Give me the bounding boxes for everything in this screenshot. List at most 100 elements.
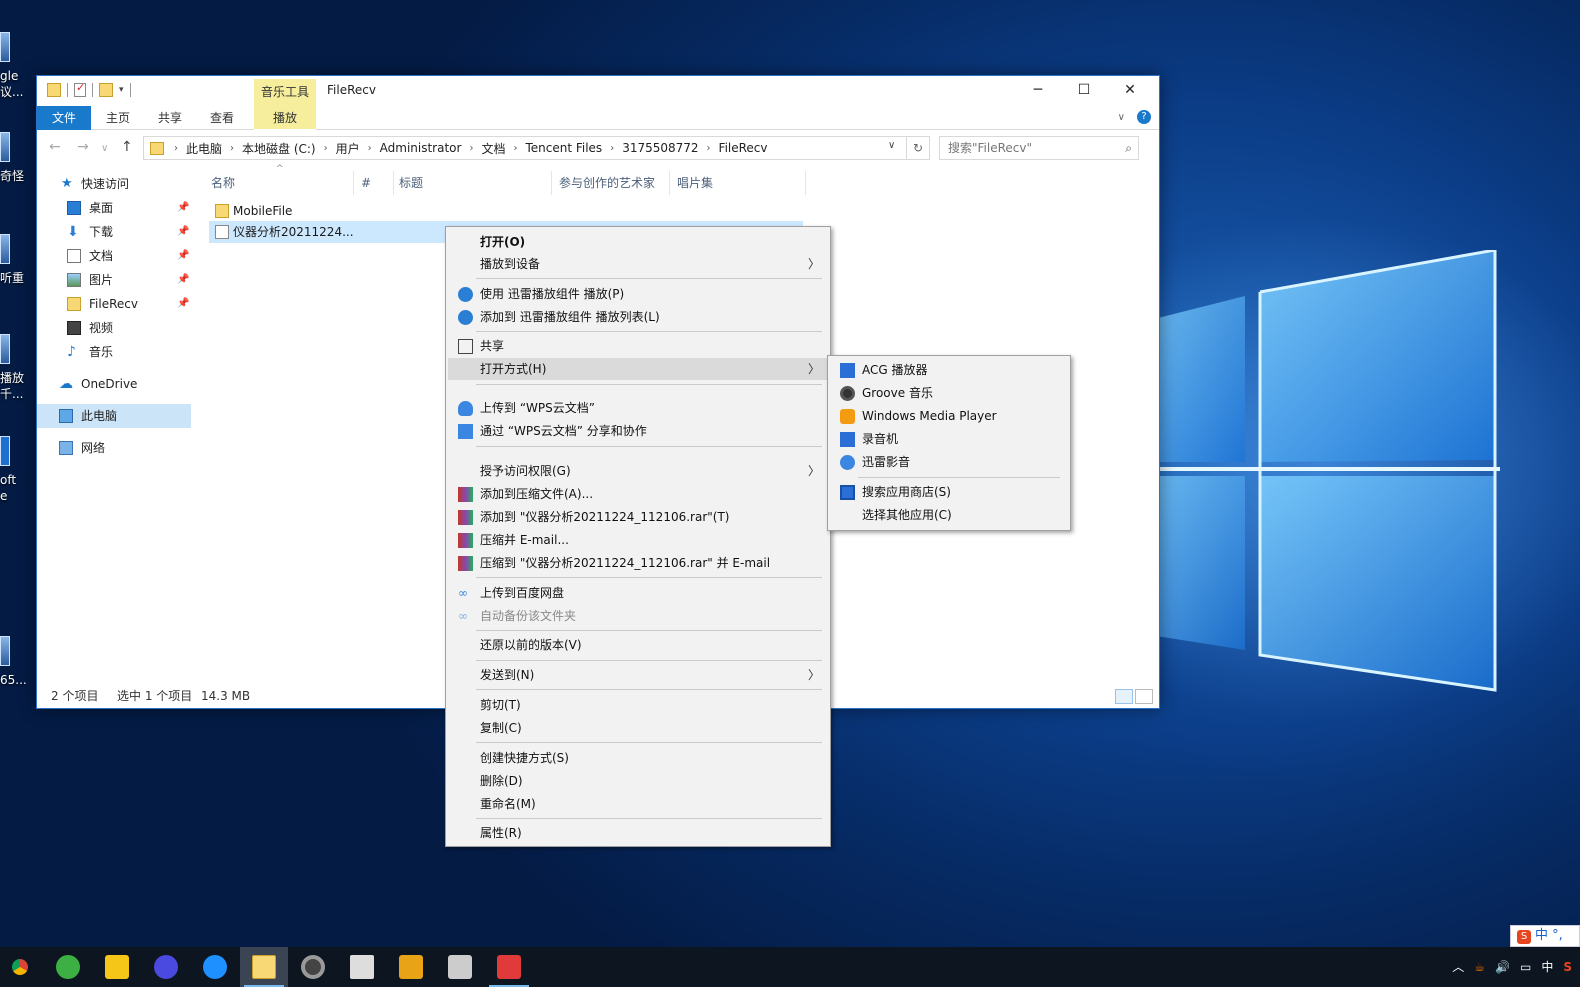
pin-icon[interactable]: 📌 — [177, 196, 189, 220]
chevron-up-icon[interactable]: ︿ — [1452, 947, 1464, 987]
nav-onedrive[interactable]: ☁ OneDrive — [37, 372, 191, 396]
menu-item-rar-email[interactable]: 压缩并 E-mail... — [448, 529, 828, 551]
menu-item-wps-upload[interactable]: 上传到 “WPS云文档” — [448, 397, 828, 419]
nav-filerecv[interactable]: FileRecv 📌 — [37, 292, 191, 316]
menu-item-rar-add-named[interactable]: 添加到 "仪器分析20211224_112106.rar"(T) — [448, 506, 828, 528]
taskbar-app[interactable] — [93, 947, 141, 987]
back-arrow-icon[interactable]: ← — [49, 139, 61, 155]
desktop-icon[interactable]: 65... — [0, 636, 30, 698]
tab-home[interactable]: 主页 — [95, 106, 141, 130]
pin-icon[interactable]: 📌 — [177, 268, 189, 292]
search-icon[interactable]: ⌕ — [1125, 137, 1132, 159]
desktop-icon[interactable]: 播放 千... — [0, 334, 30, 401]
nav-music[interactable]: ♪ 音乐 — [37, 340, 191, 364]
chevron-right-icon[interactable]: › — [230, 143, 234, 154]
menu-item-open[interactable]: 打开(O) — [448, 231, 828, 253]
menu-item-rar-named-email[interactable]: 压缩到 "仪器分析20211224_112106.rar" 并 E-mail — [448, 552, 828, 574]
nav-network[interactable]: 网络 — [37, 436, 191, 460]
java-icon[interactable]: ☕ — [1474, 947, 1485, 987]
chevron-right-icon[interactable]: › — [707, 143, 711, 154]
taskbar-app[interactable] — [338, 947, 386, 987]
app-windows-media-player[interactable]: Windows Media Player — [830, 405, 1068, 427]
nav-videos[interactable]: 视频 — [37, 316, 191, 340]
details-view-icon[interactable] — [1115, 689, 1133, 704]
ime-status-bar[interactable]: S中 °, — [1510, 925, 1580, 947]
desktop-icon[interactable]: oft e — [0, 436, 30, 503]
help-icon[interactable]: ? — [1137, 110, 1151, 124]
taskbar-app[interactable] — [387, 947, 435, 987]
menu-item-send-to[interactable]: 发送到(N) 〉 — [448, 664, 828, 686]
large-icons-view-icon[interactable] — [1135, 689, 1153, 704]
menu-item-delete[interactable]: 删除(D) — [448, 770, 828, 792]
menu-item-baidu-upload[interactable]: ∞ 上传到百度网盘 — [448, 582, 828, 604]
tab-play[interactable]: 播放 — [254, 106, 316, 130]
menu-item-cut[interactable]: 剪切(T) — [448, 694, 828, 716]
volume-icon[interactable]: 🔊 — [1495, 947, 1510, 987]
breadcrumb[interactable]: Administrator — [380, 141, 462, 155]
new-folder-icon[interactable] — [99, 83, 113, 97]
forward-arrow-icon[interactable]: → — [77, 139, 89, 155]
breadcrumb[interactable]: 本地磁盘 (C:) — [242, 140, 316, 157]
breadcrumb[interactable]: 文档 — [481, 140, 505, 157]
taskbar-app[interactable] — [44, 947, 92, 987]
input-method-indicator[interactable]: 中 — [1541, 947, 1553, 987]
taskbar-app[interactable] — [485, 947, 533, 987]
app-acg-player[interactable]: ACG 播放器 — [830, 359, 1068, 381]
column-header-number[interactable]: # — [361, 172, 371, 194]
menu-item-rename[interactable]: 重命名(M) — [448, 793, 828, 815]
app-xunlei-video[interactable]: 迅雷影音 — [830, 451, 1068, 473]
chevron-right-icon[interactable]: › — [469, 143, 473, 154]
up-arrow-icon[interactable]: ↑ — [121, 139, 133, 155]
customize-dropdown-icon[interactable]: ▾ — [119, 85, 124, 95]
taskbar-voice-recorder[interactable] — [436, 947, 484, 987]
sogou-tray-icon[interactable]: S — [1563, 947, 1572, 987]
pin-icon[interactable]: 📌 — [177, 244, 189, 268]
menu-item-xunlei-add[interactable]: 添加到 迅雷播放组件 播放列表(L) — [448, 306, 828, 328]
tab-view[interactable]: 查看 — [199, 106, 245, 130]
menu-item-restore[interactable]: 还原以前的版本(V) — [448, 634, 828, 656]
menu-item-share[interactable]: 共享 — [448, 335, 828, 357]
tab-file[interactable]: 文件 — [37, 106, 91, 130]
menu-item-search-store[interactable]: 搜索应用商店(S) — [830, 481, 1068, 503]
breadcrumb[interactable]: FileRecv — [719, 141, 768, 155]
column-header-artist[interactable]: 参与创作的艺术家 — [559, 172, 655, 194]
taskbar-groove[interactable] — [289, 947, 337, 987]
menu-item-xunlei-play[interactable]: 使用 迅雷播放组件 播放(P) — [448, 283, 828, 305]
breadcrumb[interactable]: 3175508772 — [622, 141, 698, 155]
breadcrumb[interactable]: 用户 — [336, 140, 360, 157]
menu-item-grant-access[interactable]: 授予访问权限(G) 〉 — [448, 460, 828, 482]
chevron-right-icon[interactable]: › — [368, 143, 372, 154]
menu-item-choose-other-app[interactable]: 选择其他应用(C) — [830, 504, 1068, 526]
file-row[interactable]: MobileFile — [209, 200, 803, 222]
chevron-right-icon[interactable]: › — [174, 143, 178, 154]
app-groove-music[interactable]: Groove 音乐 — [830, 382, 1068, 404]
breadcrumb[interactable]: 此电脑 — [186, 140, 222, 157]
close-button[interactable]: ✕ — [1107, 76, 1153, 106]
desktop-icon[interactable]: 听重 — [0, 234, 30, 296]
column-header-title[interactable]: 标题 — [399, 172, 423, 194]
minimize-button[interactable]: ─ — [1015, 76, 1061, 106]
maximize-button[interactable]: ☐ — [1061, 76, 1107, 106]
tab-share[interactable]: 共享 — [147, 106, 193, 130]
title-bar[interactable]: ▾ 音乐工具 FileRecv ─ ☐ ✕ — [37, 76, 1159, 106]
chevron-right-icon[interactable]: › — [324, 143, 328, 154]
column-header-name[interactable]: 名称 — [211, 172, 235, 194]
menu-item-wps-share[interactable]: 通过 “WPS云文档” 分享和协作 — [448, 420, 828, 442]
taskbar-file-explorer[interactable] — [240, 947, 288, 987]
refresh-icon[interactable]: ↻ — [906, 136, 930, 160]
menu-item-open-with[interactable]: 打开方式(H) 〉 — [448, 358, 828, 380]
nav-quick-access[interactable]: ★ 快速访问 — [37, 172, 191, 196]
menu-item-cast[interactable]: 播放到设备〉 — [448, 253, 828, 275]
chevron-right-icon[interactable]: › — [610, 143, 614, 154]
menu-item-create-shortcut[interactable]: 创建快捷方式(S) — [448, 747, 828, 769]
pin-icon[interactable]: 📌 — [177, 292, 189, 316]
nav-this-pc[interactable]: 此电脑 — [37, 404, 191, 428]
network-icon[interactable]: ▭ — [1520, 947, 1531, 987]
pin-icon[interactable]: 📌 — [177, 220, 189, 244]
nav-pictures[interactable]: 图片 📌 — [37, 268, 191, 292]
expand-ribbon-icon[interactable]: ∨ — [1118, 112, 1125, 123]
chevron-right-icon[interactable]: › — [513, 143, 517, 154]
nav-downloads[interactable]: ⬇ 下载 📌 — [37, 220, 191, 244]
address-bar[interactable]: › 此电脑 › 本地磁盘 (C:) › 用户 › Administrator ›… — [143, 136, 930, 160]
menu-item-rar-add[interactable]: 添加到压缩文件(A)... — [448, 483, 828, 505]
